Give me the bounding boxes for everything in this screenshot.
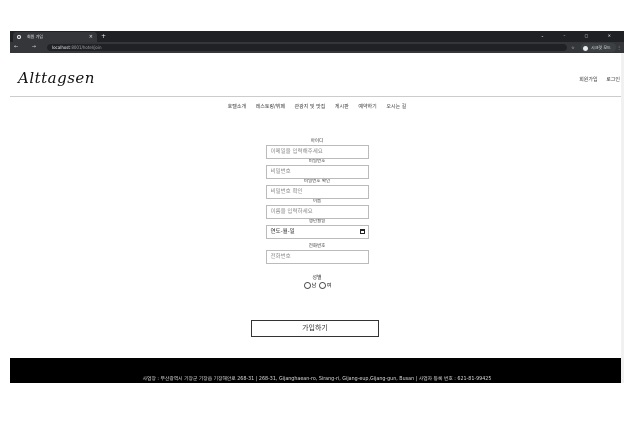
browser-toolbar: ← → C localhost:8001/hotel/join ☆ 시크릿 모드… xyxy=(10,42,624,53)
address-bar[interactable]: localhost:8001/hotel/join xyxy=(47,44,567,51)
menu-item-restaurant[interactable]: 레스토랑/뷔페 xyxy=(256,104,285,110)
signup-submit-button[interactable]: 가입하기 xyxy=(251,320,379,337)
name-input[interactable]: 이름을 입력하세요 xyxy=(265,205,369,219)
gender-male-label: 남 xyxy=(311,283,317,289)
phone-input[interactable]: 전화번호 xyxy=(265,250,369,264)
password-confirm-input[interactable]: 비밀번호 확인 xyxy=(265,185,369,199)
birth-date-value: 연도-월-일 xyxy=(270,229,295,235)
main-menu: 호텔소개 레스토랑/뷔페 관광지 및 맛집 게시판 예약하기 오시는 길 xyxy=(10,103,624,110)
page-content: Alttagsen 회원가입 로그인 호텔소개 레스토랑/뷔페 관광지 및 맛집… xyxy=(10,53,624,383)
header-divider xyxy=(10,96,624,97)
new-tab-button[interactable]: + xyxy=(101,31,106,42)
star-icon[interactable]: ☆ xyxy=(571,45,575,50)
browser-window: 회원 가입 × + ⌄ – ▢ ✕ ← → C localhost:8001/h… xyxy=(10,31,624,383)
url-path: :8001/hotel/join xyxy=(69,45,102,50)
birth-date-input[interactable]: 연도-월-일 xyxy=(265,225,369,239)
url-host: localhost xyxy=(52,45,70,50)
globe-icon xyxy=(17,35,21,39)
window-controls[interactable]: ⌄ – ▢ ✕ xyxy=(541,31,620,41)
scrollbar[interactable] xyxy=(621,53,624,383)
gender-male-radio[interactable] xyxy=(303,282,311,289)
menu-item-hotel[interactable]: 호텔소개 xyxy=(228,104,246,110)
tab-bar: 회원 가입 × + ⌄ – ▢ ✕ xyxy=(10,31,624,42)
profile-label: 시크릿 모드 xyxy=(591,45,611,50)
id-input[interactable]: 이메일을 입력해주세요 xyxy=(265,145,369,159)
menu-item-board[interactable]: 게시판 xyxy=(335,104,349,110)
toolbar-right: ☆ 시크릿 모드 ⋮ xyxy=(571,43,621,52)
tab-title: 회원 가입 xyxy=(27,34,43,39)
site-footer: 사업장 : 부산광역시 기장군 기장읍 기장해안로 268-31 | 268-3… xyxy=(10,358,624,383)
auth-links: 회원가입 로그인 xyxy=(572,76,620,83)
browser-tab[interactable]: 회원 가입 × xyxy=(13,32,97,42)
close-tab-icon[interactable]: × xyxy=(89,32,93,42)
menu-item-reserve[interactable]: 예약하기 xyxy=(358,104,376,110)
profile-button[interactable]: 시크릿 모드 xyxy=(581,43,616,52)
password-input[interactable]: 비밀번호 xyxy=(265,165,369,179)
signup-form: 아이디 이메일을 입력해주세요 비밀번호 비밀번호 비밀번호 확인 비밀번호 확… xyxy=(210,139,424,289)
site-logo[interactable]: Alttagsen xyxy=(18,69,95,87)
gender-options: 남 여 xyxy=(210,282,424,289)
gender-label: 성별 xyxy=(312,275,322,281)
gender-female-label: 여 xyxy=(326,283,332,289)
menu-dots-icon[interactable]: ⋮ xyxy=(617,45,621,50)
footer-business-info: 사업장 : 부산광역시 기장군 기장읍 기장해안로 268-31 | 268-3… xyxy=(142,377,492,382)
signup-link[interactable]: 회원가입 xyxy=(579,77,597,83)
gender-female-radio[interactable] xyxy=(318,282,326,289)
calendar-icon[interactable] xyxy=(359,229,365,234)
login-link[interactable]: 로그인 xyxy=(606,77,620,83)
menu-item-directions[interactable]: 오시는 길 xyxy=(386,104,406,110)
incognito-icon xyxy=(583,45,589,51)
menu-item-tour[interactable]: 관광지 및 맛집 xyxy=(295,104,326,110)
